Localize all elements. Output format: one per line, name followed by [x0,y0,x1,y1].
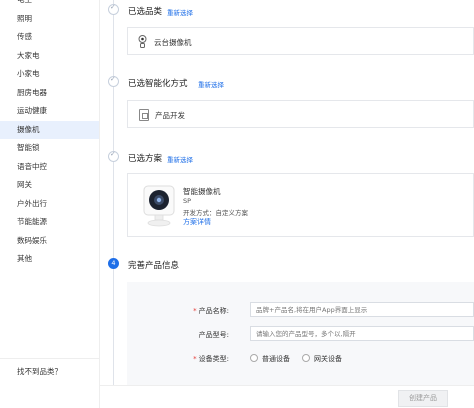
camera-icon [138,35,147,48]
sidebar-item-small-appliance[interactable]: 小家电 [0,65,99,84]
selected-solution-card: 智能摄像机 SP 开发方式：自定义方案 方案详情 [127,173,474,237]
sidebar-item-electrician[interactable]: 电工 [0,0,99,10]
category-sidebar: 电工 照明 传感 大家电 小家电 厨房电器 运动健康 摄像机 智能锁 语音中控 … [0,0,100,408]
step-timeline [113,0,114,385]
category-not-found-link[interactable]: 找不到品类？ [0,358,100,377]
selected-category-label: 云台摄像机 [154,38,192,47]
device-type-gateway-radio[interactable] [302,354,310,362]
sidebar-item-gateway[interactable]: 网关 [0,176,99,195]
step-complete-icon: ✓ [108,150,119,162]
sidebar-item-smart-lock[interactable]: 智能锁 [0,139,99,158]
device-type-gateway-label[interactable]: 网关设备 [314,354,342,364]
selected-method-label: 产品开发 [155,111,185,120]
selected-method-card: 产品开发 [127,100,474,128]
sidebar-item-other[interactable]: 其他 [0,250,99,269]
main-panel: ✓ 已选品类 重新选择 云台摄像机 ✓ 已选智能化方式 重新选择 产品开发 ✓ … [100,0,474,408]
reselect-solution-link[interactable]: 重新选择 [167,154,193,164]
step-complete-icon: ✓ [108,3,119,15]
solution-details-link[interactable]: 方案详情 [183,217,211,227]
create-product-button[interactable]: 创建产品 [398,390,448,407]
device-type-label: * 设备类型: [193,355,229,363]
sidebar-item-sports-health[interactable]: 运动健康 [0,102,99,121]
step-method-title: 已选智能化方式 [128,79,188,89]
selected-category-card: 云台摄像机 [127,27,474,55]
step-complete-icon: ✓ [108,75,119,87]
sidebar-item-digital[interactable]: 数码娱乐 [0,232,99,251]
device-type-normal-radio[interactable] [250,354,258,362]
document-icon [139,109,149,121]
sidebar-item-sensor[interactable]: 传感 [0,28,99,47]
device-type-normal-label[interactable]: 普通设备 [262,354,290,364]
footer-bar: 创建产品 [100,385,474,408]
solution-code: SP [183,197,192,205]
sidebar-item-outdoor[interactable]: 户外出行 [0,195,99,214]
sidebar-item-kitchen[interactable]: 厨房电器 [0,84,99,103]
step-solution-title: 已选方案 [128,154,163,164]
sidebar-item-camera[interactable]: 摄像机 [0,120,99,139]
reselect-method-link[interactable]: 重新选择 [198,79,224,89]
solution-name: 智能摄像机 [183,187,221,196]
product-model-input[interactable] [250,326,474,341]
step-category-title: 已选品类 [128,7,163,17]
product-name-label: * 产品名称: [193,307,229,315]
step-info-title: 完善产品信息 [128,261,180,271]
reselect-category-link[interactable]: 重新选择 [167,7,193,17]
smart-camera-image [143,185,175,227]
product-model-label: 产品型号: [198,331,229,339]
sidebar-item-large-appliance[interactable]: 大家电 [0,47,99,66]
sidebar-item-energy[interactable]: 节能能源 [0,213,99,232]
product-name-input[interactable] [250,302,474,317]
step-number-badge: 4 [108,258,119,269]
product-info-form: *产品名称: 产品型号: *设备类型: 普通设备 网关设备 [127,282,474,385]
sidebar-item-lighting[interactable]: 照明 [0,10,99,29]
solution-dev-method: 开发方式：自定义方案 [183,209,248,217]
sidebar-item-voice-hub[interactable]: 语音中控 [0,158,99,177]
